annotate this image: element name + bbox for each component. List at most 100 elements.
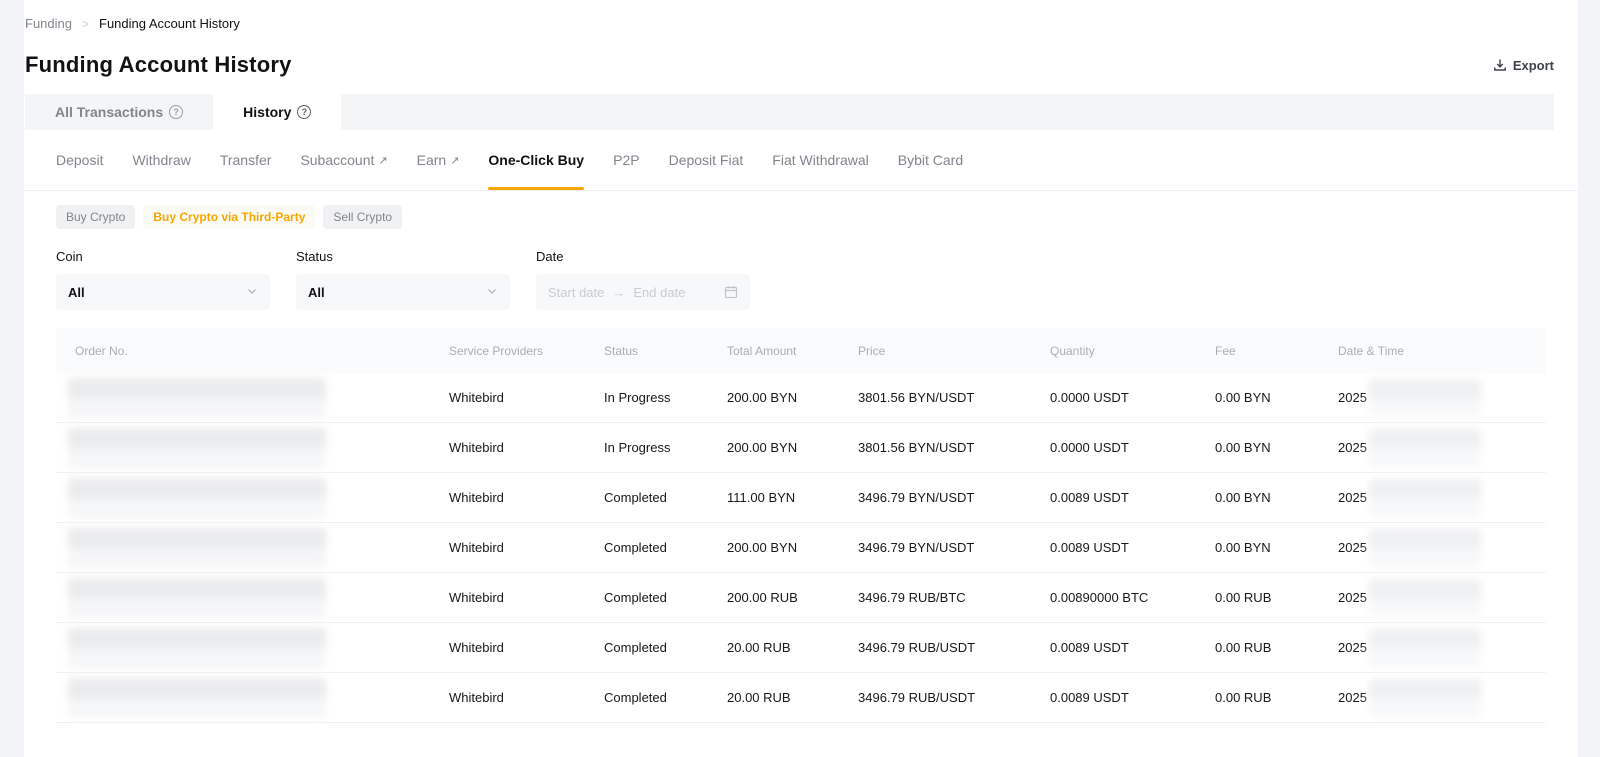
redacted-date [1369,429,1481,467]
date-year: 2025 [1338,440,1367,455]
subtab-label: One-Click Buy [488,152,584,168]
cell-date-time: 2025 [1338,479,1546,517]
subtab-transfer[interactable]: Transfer [220,130,272,190]
cell-service-provider: Whitebird [449,690,604,705]
subtab-one-click-buy[interactable]: One-Click Buy [488,130,584,190]
redacted-date [1369,529,1481,567]
subtab-p2p[interactable]: P2P [613,130,639,190]
chip-sell-crypto[interactable]: Sell Crypto [323,205,402,229]
end-date-placeholder: End date [633,285,685,300]
subtab-label: Deposit Fiat [669,152,744,168]
filter-row: Coin All Status All Date [56,249,1546,310]
cell-fee: 0.00 BYN [1215,490,1338,505]
cell-quantity: 0.0000 USDT [1050,440,1215,455]
date-year: 2025 [1338,590,1367,605]
breadcrumb-funding-link[interactable]: Funding [25,16,72,31]
cell-service-provider: Whitebird [449,540,604,555]
column-header-status: Status [604,344,727,358]
cell-status: In Progress [604,390,727,405]
cell-service-provider: Whitebird [449,390,604,405]
cell-price: 3496.79 RUB/USDT [858,640,1050,655]
chevron-down-icon [246,285,258,300]
table-header-row: Order No.Service ProvidersStatusTotal Am… [56,328,1546,373]
redacted-date [1369,629,1481,667]
redacted-order-no [68,378,326,418]
subtab-earn[interactable]: Earn↗ [417,130,460,190]
cell-total-amount: 200.00 BYN [727,440,858,455]
cell-fee: 0.00 RUB [1215,690,1338,705]
help-icon[interactable]: ? [297,105,311,119]
date-year: 2025 [1338,640,1367,655]
date-range-arrow-icon: → [612,285,625,300]
subtab-label: Earn [417,152,447,168]
cell-order-no [56,528,449,568]
subtab-bybit-card[interactable]: Bybit Card [898,130,963,190]
cell-total-amount: 111.00 BYN [727,490,858,505]
date-filter: Date Start date → End date [536,249,750,310]
cell-price: 3496.79 BYN/USDT [858,540,1050,555]
cell-date-time: 2025 [1338,529,1546,567]
cell-date-time: 2025 [1338,379,1546,417]
redacted-order-no [68,528,326,568]
date-year: 2025 [1338,390,1367,405]
tab-all-transactions[interactable]: All Transactions ? [25,94,213,130]
subtab-deposit-fiat[interactable]: Deposit Fiat [669,130,744,190]
cell-fee: 0.00 BYN [1215,440,1338,455]
date-year: 2025 [1338,490,1367,505]
cell-order-no [56,478,449,518]
cell-order-no [56,378,449,418]
chip-buy-crypto-via-third-party[interactable]: Buy Crypto via Third-Party [143,205,315,229]
coin-filter-label: Coin [56,249,270,264]
table-row: WhitebirdIn Progress200.00 BYN3801.56 BY… [56,423,1546,473]
cell-status: In Progress [604,440,727,455]
cell-fee: 0.00 BYN [1215,540,1338,555]
cell-service-provider: Whitebird [449,490,604,505]
date-range-input[interactable]: Start date → End date [536,274,750,310]
date-year: 2025 [1338,540,1367,555]
subtab-bar: DepositWithdrawTransferSubaccount↗Earn↗O… [24,130,1578,191]
subtab-label: Bybit Card [898,152,963,168]
help-icon[interactable]: ? [169,105,183,119]
subtab-label: Withdraw [132,152,190,168]
cell-order-no [56,628,449,668]
cell-fee: 0.00 BYN [1215,390,1338,405]
redacted-order-no [68,478,326,518]
chevron-down-icon [486,285,498,300]
coin-select[interactable]: All [56,274,270,310]
cell-quantity: 0.00890000 BTC [1050,590,1215,605]
cell-status: Completed [604,640,727,655]
breadcrumb-separator-icon: > [82,17,89,31]
date-year: 2025 [1338,690,1367,705]
chip-buy-crypto[interactable]: Buy Crypto [56,205,135,229]
column-header-fee: Fee [1215,344,1338,358]
cell-status: Completed [604,690,727,705]
breadcrumb-current: Funding Account History [99,16,240,31]
date-filter-label: Date [536,249,750,264]
subtab-fiat-withdrawal[interactable]: Fiat Withdrawal [772,130,868,190]
subtab-withdraw[interactable]: Withdraw [132,130,190,190]
export-button[interactable]: Export [1493,58,1554,73]
cell-date-time: 2025 [1338,429,1546,467]
cell-order-no [56,678,449,718]
cell-quantity: 0.0089 USDT [1050,490,1215,505]
status-select[interactable]: All [296,274,510,310]
table-body: WhitebirdIn Progress200.00 BYN3801.56 BY… [56,373,1546,723]
column-header-total-amount: Total Amount [727,344,858,358]
redacted-order-no [68,678,326,718]
subtab-label: P2P [613,152,639,168]
cell-quantity: 0.0000 USDT [1050,390,1215,405]
status-select-value: All [308,285,325,300]
cell-status: Completed [604,490,727,505]
column-header-date-time: Date & Time [1338,344,1546,358]
tab-history[interactable]: History ? [213,94,341,130]
column-header-service-providers: Service Providers [449,344,604,358]
calendar-icon[interactable] [724,285,738,299]
content-column: Funding > Funding Account History Fundin… [24,0,1578,757]
breadcrumb: Funding > Funding Account History [25,0,1554,31]
cell-quantity: 0.0089 USDT [1050,540,1215,555]
redacted-date [1369,379,1481,417]
page-header: Funding > Funding Account History Fundin… [24,0,1578,130]
external-link-icon: ↗ [378,154,387,167]
subtab-deposit[interactable]: Deposit [56,130,103,190]
subtab-subaccount[interactable]: Subaccount↗ [300,130,387,190]
